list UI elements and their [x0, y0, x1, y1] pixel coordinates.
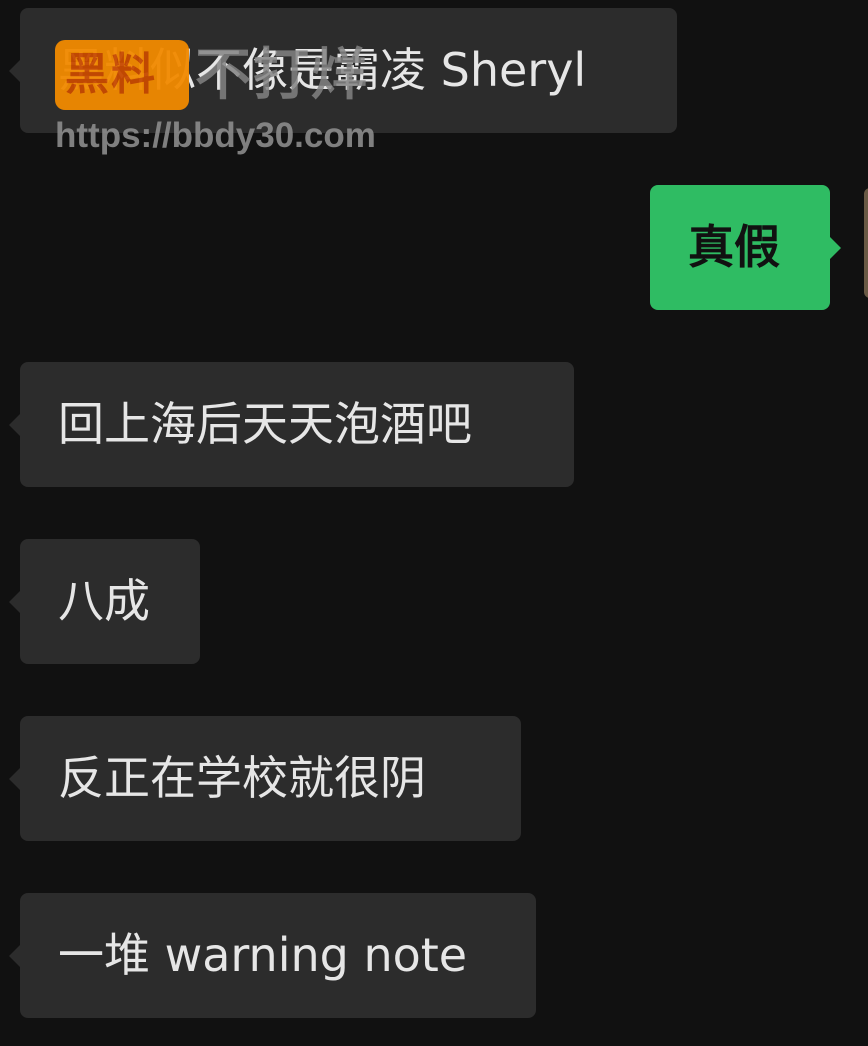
message-text: 反正在学校就很阴: [58, 751, 426, 805]
incoming-message-bubble[interactable]: 回上海后天天泡酒吧: [9, 362, 574, 487]
message-text: 黑料似不像是霸凌 Sheryl: [58, 43, 587, 97]
message-text: 一堆 warning note: [58, 928, 468, 982]
incoming-message-bubble[interactable]: 黑料似不像是霸凌 Sheryl: [9, 8, 677, 133]
message-text: 八成: [58, 574, 150, 628]
incoming-message-bubble[interactable]: 八成: [9, 539, 200, 664]
avatar[interactable]: [864, 188, 868, 298]
message-text: 回上海后天天泡酒吧: [58, 397, 472, 451]
outgoing-message-bubble[interactable]: 真假: [650, 185, 841, 310]
message-text: 真假: [688, 220, 780, 274]
incoming-message-bubble[interactable]: 一堆 warning note: [9, 893, 536, 1018]
incoming-message-bubble[interactable]: 反正在学校就很阴: [9, 716, 521, 841]
